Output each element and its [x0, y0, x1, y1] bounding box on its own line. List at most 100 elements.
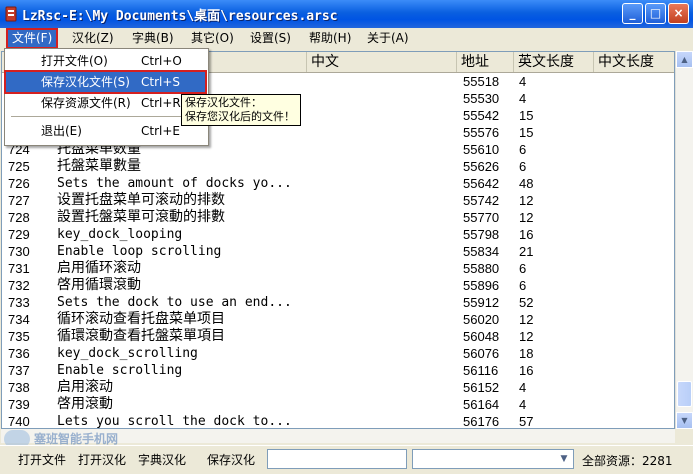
cell-text: 循环滚动查看托盘菜单项目 — [57, 311, 225, 327]
menu-localize[interactable]: 汉化(Z) — [72, 30, 114, 47]
menu-item-save-resource[interactable]: 保存资源文件(R) Ctrl+R — [6, 93, 205, 113]
table-row[interactable]: 729 key_dock_looping 55798 16 — [2, 226, 674, 243]
table-row[interactable]: 732 啓用循環滾動 55896 6 — [2, 277, 674, 294]
table-row[interactable]: 739 啓用滾動 56164 4 — [2, 396, 674, 413]
menu-settings[interactable]: 设置(S) — [250, 30, 291, 47]
cell-text: Sets the amount of docks yo... — [57, 176, 292, 191]
cell-text: key_dock_scrolling — [57, 346, 198, 361]
cell-en-length: 12 — [519, 210, 534, 225]
save-localize-button[interactable]: 保存汉化 — [207, 452, 255, 468]
cell-text: 启用循环滚动 — [57, 260, 141, 276]
table-row[interactable]: 737 Enable scrolling 56116 16 — [2, 362, 674, 379]
column-header-en-length[interactable]: 英文长度 — [514, 52, 594, 72]
open-file-button[interactable]: 打开文件 — [18, 452, 66, 468]
menu-item-exit[interactable]: 退出(E) Ctrl+E — [6, 121, 205, 141]
total-resources-label: 全部资源：2281 — [582, 454, 673, 468]
table-row[interactable]: 727 设置托盘菜单可滚动的排数 55742 12 — [2, 192, 674, 209]
cell-address: 55576 — [463, 125, 500, 140]
table-row[interactable]: 725 托盤菜單數量 55626 6 — [2, 158, 674, 175]
cell-address: 56020 — [463, 312, 500, 327]
cell-id: 728 — [8, 210, 30, 225]
cell-en-length: 21 — [519, 244, 534, 259]
table-row[interactable]: 733 Sets the dock to use an end... 55912 52 — [2, 294, 674, 311]
cell-en-length: 12 — [519, 312, 534, 327]
cell-text: 啓用循環滾動 — [57, 277, 141, 293]
cell-id: 729 — [8, 227, 30, 242]
menu-dictionary[interactable]: 字典(B) — [132, 30, 174, 47]
column-header-cn-length[interactable]: 中文长度 — [594, 52, 674, 72]
cell-address: 56152 — [463, 380, 500, 395]
cell-address: 55912 — [463, 295, 500, 310]
open-localize-button[interactable]: 打开汉化 — [78, 452, 126, 468]
cell-text: Enable scrolling — [57, 363, 183, 378]
cell-en-length: 4 — [519, 91, 527, 106]
menu-bar: 文件(F) 汉化(Z) 字典(B) 其它(O) 设置(S) 帮助(H) 关于(A… — [0, 28, 693, 49]
tooltip-line-2: 保存您汉化后的文件！ — [185, 110, 295, 123]
menu-item-shortcut: Ctrl+O — [141, 54, 182, 68]
table-row[interactable]: 734 循环滚动查看托盘菜单项目 56020 12 — [2, 311, 674, 328]
cell-id: 740 — [8, 414, 30, 429]
cell-en-length: 18 — [519, 346, 534, 361]
bottom-toolbar: 打开文件 打开汉化 字典汉化 保存汉化 ▼ 全部资源：2281 — [0, 445, 693, 474]
cell-text: 设置托盘菜单可滚动的排数 — [57, 192, 225, 208]
cell-id: 725 — [8, 159, 30, 174]
resource-dropdown[interactable]: ▼ — [412, 449, 574, 469]
cell-en-length: 4 — [519, 74, 527, 89]
maximize-button[interactable]: □ — [645, 3, 666, 24]
cell-en-length: 16 — [519, 227, 534, 242]
vertical-scrollbar[interactable]: ▲ ▼ — [675, 51, 693, 429]
cell-en-length: 12 — [519, 329, 534, 344]
title-bar[interactable]: LzRsc-E:\My Documents\桌面\resources.arsc … — [0, 0, 693, 28]
table-row[interactable]: 736 key_dock_scrolling 56076 18 — [2, 345, 674, 362]
table-row[interactable]: 740 Lets you scroll the dock to... 56176 57 — [2, 413, 674, 429]
cell-address: 55610 — [463, 142, 500, 157]
table-row[interactable]: 726 Sets the amount of docks yo... 55642 48 — [2, 175, 674, 192]
menu-item-save-localized[interactable]: 保存汉化文件(S) Ctrl+S — [4, 70, 207, 94]
cell-id: 732 — [8, 278, 30, 293]
cell-id: 737 — [8, 363, 30, 378]
menu-item-shortcut: Ctrl+S — [141, 75, 181, 89]
table-row[interactable]: 735 循環滾動查看托盤菜單項目 56048 12 — [2, 328, 674, 345]
table-row[interactable]: 728 設置托盤菜單可滾動的排數 55770 12 — [2, 209, 674, 226]
cell-en-length: 57 — [519, 414, 534, 429]
menu-item-label: 退出(E) — [41, 124, 82, 138]
menu-item-shortcut: Ctrl+R — [141, 96, 181, 110]
table-row[interactable]: 731 启用循环滚动 55880 6 — [2, 260, 674, 277]
scroll-down-arrow-icon[interactable]: ▼ — [676, 412, 693, 429]
cell-address: 55530 — [463, 91, 500, 106]
cell-id: 726 — [8, 176, 30, 191]
menu-about[interactable]: 关于(A) — [367, 30, 409, 47]
cell-id: 738 — [8, 380, 30, 395]
cell-address: 56116 — [463, 363, 499, 378]
cell-address: 55626 — [463, 159, 500, 174]
cell-text: 啓用滾動 — [57, 396, 113, 412]
app-window: LzRsc-E:\My Documents\桌面\resources.arsc … — [0, 0, 693, 474]
tooltip-line-1: 保存汉化文件： — [185, 96, 262, 109]
window-title: LzRsc-E:\My Documents\桌面\resources.arsc — [22, 9, 338, 24]
cell-address: 56164 — [463, 397, 500, 412]
scroll-up-arrow-icon[interactable]: ▲ — [676, 51, 693, 68]
menu-item-open-file[interactable]: 打开文件(O) Ctrl+O — [6, 51, 205, 71]
menu-other[interactable]: 其它(O) — [191, 30, 234, 47]
column-header-chinese[interactable]: 中文 — [307, 52, 457, 72]
cell-en-length: 52 — [519, 295, 534, 310]
dict-localize-button[interactable]: 字典汉化 — [138, 452, 186, 468]
cell-en-length: 16 — [519, 363, 534, 378]
search-input[interactable] — [267, 449, 407, 469]
column-header-address[interactable]: 地址 — [457, 52, 514, 72]
minimize-button[interactable]: _ — [622, 3, 643, 24]
table-row[interactable]: 738 启用滚动 56152 4 — [2, 379, 674, 396]
cell-id: 734 — [8, 312, 30, 327]
cell-address: 55770 — [463, 210, 500, 225]
table-row[interactable]: 730 Enable loop scrolling 55834 21 — [2, 243, 674, 260]
menu-help[interactable]: 帮助(H) — [309, 30, 351, 47]
cell-en-length: 6 — [519, 278, 527, 293]
scroll-thumb[interactable] — [677, 381, 692, 407]
cell-address: 55834 — [463, 244, 500, 259]
cell-id: 733 — [8, 295, 30, 310]
cell-en-length: 4 — [519, 380, 527, 395]
cell-id: 739 — [8, 397, 30, 412]
close-button[interactable]: × — [668, 3, 689, 24]
menu-file[interactable]: 文件(F) — [5, 28, 59, 49]
cell-text: Lets you scroll the dock to... — [57, 414, 292, 429]
